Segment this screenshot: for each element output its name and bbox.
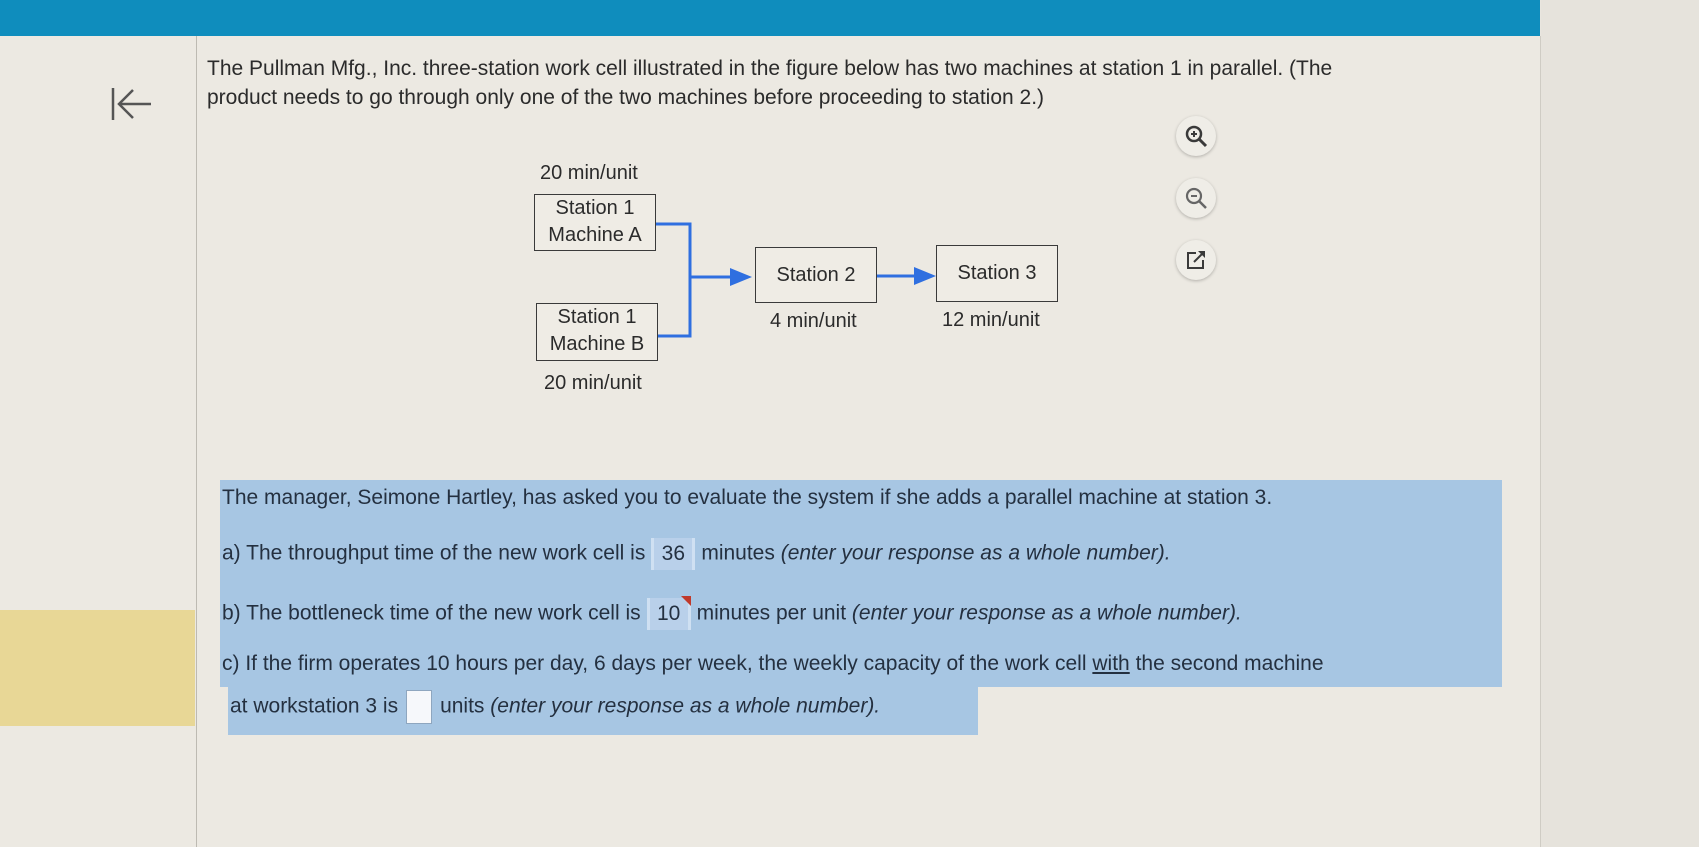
problem-intro: The Pullman Mfg., Inc. three-station wor…	[207, 57, 1333, 109]
external-link-icon	[1187, 251, 1205, 269]
question-c-suffix: units	[440, 694, 485, 718]
station2-time: 4 min/unit	[770, 310, 857, 332]
question-block: The manager, Seimone Hartley, has asked …	[220, 480, 1502, 735]
question-b: b) The bottleneck time of the new work c…	[222, 596, 1242, 630]
question-b-suffix: minutes per unit	[696, 601, 847, 625]
popout-button[interactable]	[1176, 240, 1216, 280]
arrowhead-station2	[730, 268, 752, 286]
question-a-suffix: minutes	[701, 541, 775, 565]
question-c-emphasis: with	[1092, 652, 1130, 675]
answer-b-input[interactable]: 10	[646, 596, 691, 630]
machine-b-line2: Machine B	[549, 333, 645, 355]
work-cell-diagram: 20 min/unit Station 1 Machine A Station …	[534, 160, 1180, 430]
station1-machine-a-box: Station 1 Machine A	[534, 194, 656, 251]
station1-machine-b-box: Station 1 Machine B	[536, 303, 658, 361]
station2-label: Station 2	[776, 264, 856, 286]
question-b-prefix: b) The bottleneck time of the new work c…	[222, 601, 641, 625]
right-margin	[1541, 0, 1699, 847]
question-c-line2: at workstation 3 is units (enter your res…	[230, 690, 880, 724]
machine-a-line1: Station 1	[555, 197, 635, 219]
question-a-hint: (enter your response as a whole number).	[780, 541, 1171, 565]
answer-c-input[interactable]	[406, 690, 433, 724]
question-c-line2-prefix: at workstation 3 is	[230, 694, 399, 718]
question-prompt: The manager, Seimone Hartley, has asked …	[222, 486, 1273, 509]
machine-a-time: 20 min/unit	[540, 162, 638, 184]
question-a: a) The throughput time of the new work c…	[222, 538, 1171, 570]
sidebar-highlight	[0, 610, 195, 726]
station3-box: Station 3	[936, 245, 1058, 302]
arrowhead-station3	[914, 267, 936, 285]
top-bar	[0, 0, 1540, 36]
answer-a-input[interactable]: 36	[651, 538, 696, 570]
connector-machine-a	[656, 222, 692, 338]
machine-b-time: 20 min/unit	[544, 372, 642, 394]
question-a-prefix: a) The throughput time of the new work c…	[222, 541, 646, 565]
question-c-line1: c) If the firm operates 10 hours per day…	[222, 652, 1324, 676]
station2-box: Station 2	[755, 247, 877, 303]
zoom-out-icon	[1185, 187, 1207, 209]
collapse-left-arrow-icon	[111, 88, 151, 120]
question-b-hint: (enter your response as a whole number).	[851, 601, 1242, 625]
station3-time: 12 min/unit	[942, 309, 1040, 331]
machine-b-line1: Station 1	[557, 306, 637, 328]
question-c-hint: (enter your response as a whole number).	[490, 694, 881, 718]
question-c-line1-suffix: the second machine	[1135, 652, 1324, 675]
zoom-in-button[interactable]	[1176, 116, 1216, 156]
zoom-in-icon	[1185, 125, 1208, 148]
machine-a-line2: Machine A	[548, 224, 642, 246]
collapse-button[interactable]	[104, 82, 160, 126]
station3-label: Station 3	[957, 262, 1037, 284]
question-c-prefix: c) If the firm operates 10 hours per day…	[222, 652, 1087, 675]
zoom-out-button[interactable]	[1176, 178, 1216, 218]
